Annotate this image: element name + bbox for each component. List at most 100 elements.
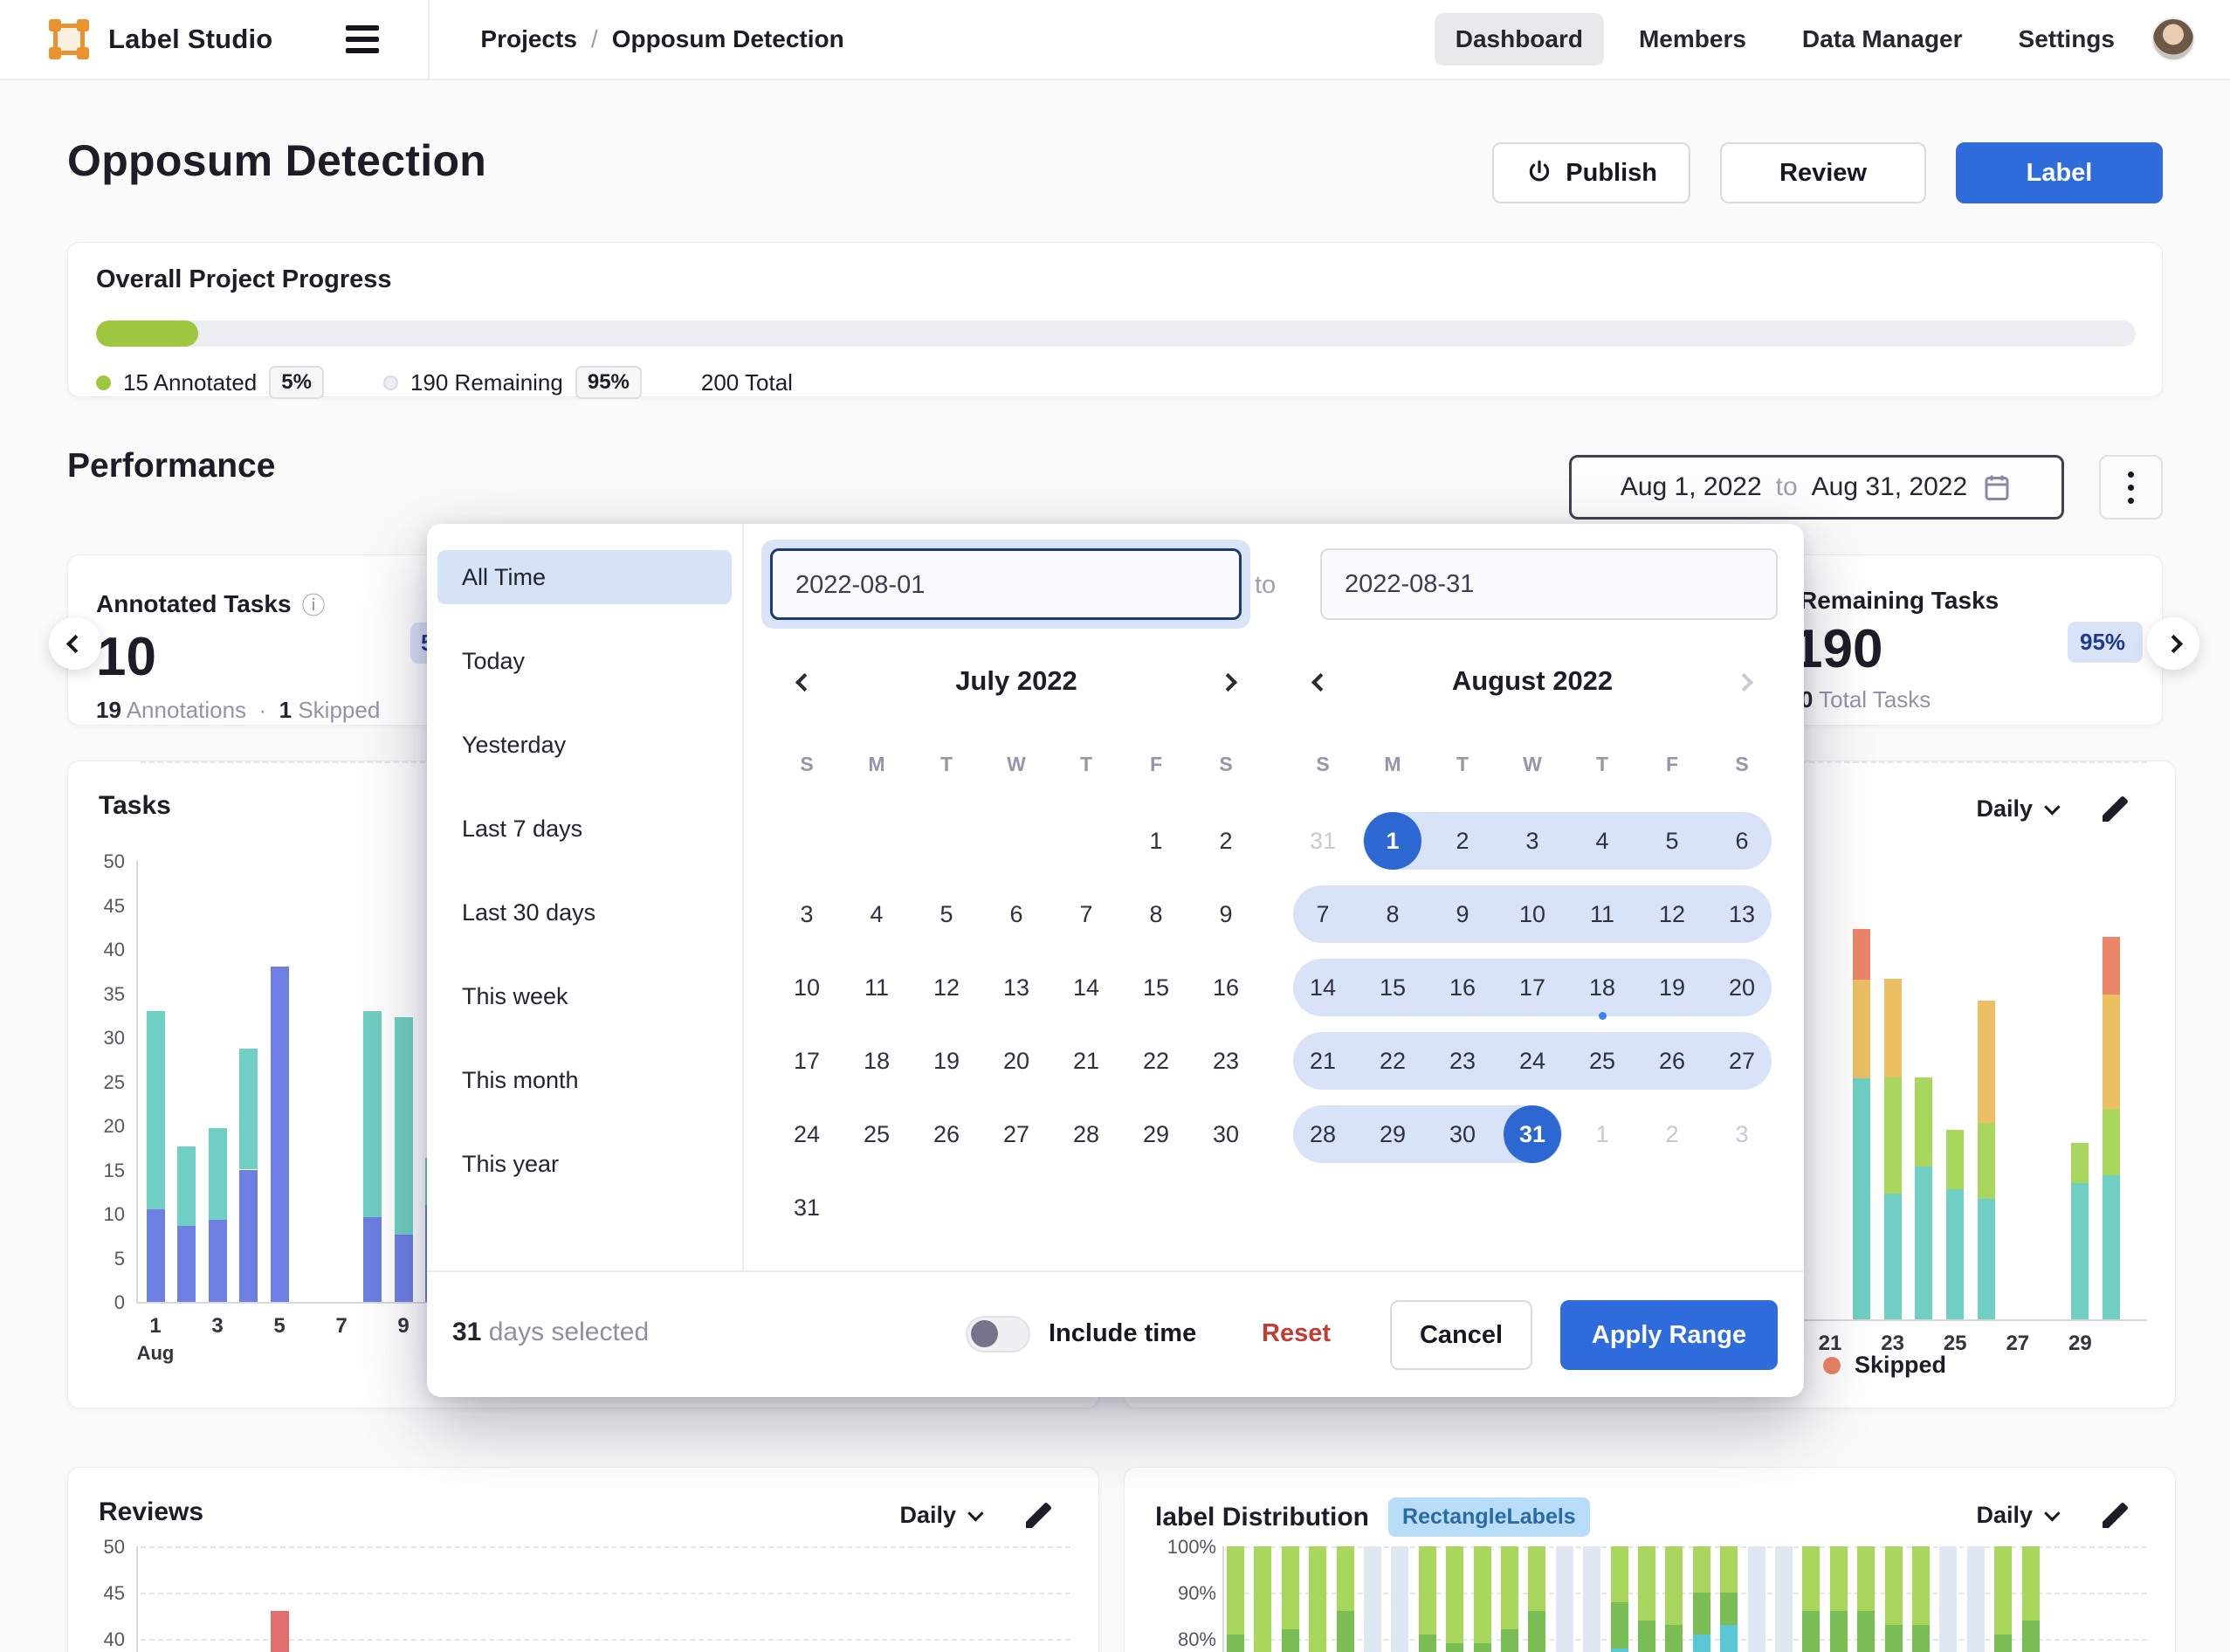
day-30[interactable]: 30 [1428, 1098, 1497, 1171]
day-16[interactable]: 16 [1191, 951, 1261, 1024]
breadcrumb-projects[interactable]: Projects [480, 25, 577, 53]
day-11[interactable]: 11 [1567, 878, 1637, 951]
day-27[interactable]: 27 [1707, 1024, 1777, 1098]
day-14[interactable]: 14 [1051, 951, 1121, 1024]
day-4[interactable]: 4 [842, 878, 912, 951]
day-25[interactable]: 25 [842, 1098, 912, 1171]
preset-this-year[interactable]: This year [437, 1137, 732, 1191]
day-26[interactable]: 26 [1637, 1024, 1707, 1098]
day-1[interactable]: 1 [1121, 804, 1191, 878]
label-button[interactable]: Label [1956, 142, 2163, 203]
day-19[interactable]: 19 [1637, 951, 1707, 1024]
day-24[interactable]: 24 [1497, 1024, 1567, 1098]
day-17[interactable]: 17 [1497, 951, 1567, 1024]
day-12[interactable]: 12 [1637, 878, 1707, 951]
carousel-left-arrow[interactable] [49, 617, 101, 670]
preset-all-time[interactable]: All Time [437, 550, 732, 604]
preset-last-7-days[interactable]: Last 7 days [437, 802, 732, 856]
day-7[interactable]: 7 [1288, 878, 1358, 951]
day-3[interactable]: 3 [772, 878, 842, 951]
day-11[interactable]: 11 [842, 951, 912, 1024]
day-26[interactable]: 26 [912, 1098, 981, 1171]
day-3[interactable]: 3 [1497, 804, 1567, 878]
day-20[interactable]: 20 [1707, 951, 1777, 1024]
day-9[interactable]: 9 [1191, 878, 1261, 951]
day-6[interactable]: 6 [1707, 804, 1777, 878]
day-15[interactable]: 15 [1121, 951, 1191, 1024]
day-28[interactable]: 28 [1288, 1098, 1358, 1171]
day-13[interactable]: 13 [1707, 878, 1777, 951]
day-21[interactable]: 21 [1288, 1024, 1358, 1098]
day-8[interactable]: 8 [1121, 878, 1191, 951]
nav-tab-settings[interactable]: Settings [1998, 13, 2136, 65]
day-10[interactable]: 10 [1497, 878, 1567, 951]
distribution-period-dropdown[interactable]: Daily [1976, 1502, 2060, 1529]
day-31[interactable]: 31 [1497, 1098, 1567, 1171]
day-15[interactable]: 15 [1358, 951, 1428, 1024]
day-4[interactable]: 4 [1567, 804, 1637, 878]
preset-this-week[interactable]: This week [437, 969, 732, 1023]
cancel-button[interactable]: Cancel [1390, 1300, 1532, 1370]
user-avatar[interactable] [2151, 17, 2195, 61]
day-22[interactable]: 22 [1121, 1024, 1191, 1098]
day-24[interactable]: 24 [772, 1098, 842, 1171]
day-31-out[interactable]: 31 [1288, 804, 1358, 878]
preset-yesterday[interactable]: Yesterday [437, 718, 732, 772]
day-18[interactable]: 18 [842, 1024, 912, 1098]
day-28[interactable]: 28 [1051, 1098, 1121, 1171]
day-7[interactable]: 7 [1051, 878, 1121, 951]
day-6[interactable]: 6 [981, 878, 1051, 951]
day-29[interactable]: 29 [1358, 1098, 1428, 1171]
preset-today[interactable]: Today [437, 634, 732, 688]
day-5[interactable]: 5 [1637, 804, 1707, 878]
preset-this-month[interactable]: This month [437, 1053, 732, 1107]
day-20[interactable]: 20 [981, 1024, 1051, 1098]
apply-range-button[interactable]: Apply Range [1560, 1300, 1778, 1370]
range-end-day[interactable]: 31 [1504, 1105, 1561, 1163]
edit-pencil-icon[interactable] [1022, 1497, 1056, 1532]
info-icon[interactable]: ⓘ [302, 587, 326, 621]
edit-pencil-icon[interactable] [2098, 791, 2133, 826]
review-button[interactable]: Review [1720, 142, 1926, 203]
day-23[interactable]: 23 [1428, 1024, 1497, 1098]
day-2[interactable]: 2 [1428, 804, 1497, 878]
calendar-next-icon[interactable] [1216, 671, 1240, 699]
publish-button[interactable]: Publish [1492, 142, 1690, 203]
nav-tab-data-manager[interactable]: Data Manager [1781, 13, 1984, 65]
nav-tab-dashboard[interactable]: Dashboard [1435, 13, 1604, 65]
day-9[interactable]: 9 [1428, 878, 1497, 951]
day-12[interactable]: 12 [912, 951, 981, 1024]
edit-pencil-icon[interactable] [2098, 1497, 2133, 1532]
day-1-out[interactable]: 1 [1567, 1098, 1637, 1171]
hamburger-menu-icon[interactable] [346, 25, 379, 53]
preset-last-30-days[interactable]: Last 30 days [437, 885, 732, 940]
day-17[interactable]: 17 [772, 1024, 842, 1098]
include-time-toggle[interactable] [966, 1316, 1030, 1353]
day-13[interactable]: 13 [981, 951, 1051, 1024]
day-3-out[interactable]: 3 [1707, 1098, 1777, 1171]
reset-button[interactable]: Reset [1262, 1319, 1331, 1348]
day-2[interactable]: 2 [1191, 804, 1261, 878]
reviews-period-dropdown[interactable]: Daily [899, 1502, 983, 1529]
carousel-right-arrow[interactable] [2147, 617, 2199, 670]
day-1[interactable]: 1 [1358, 804, 1428, 878]
day-19[interactable]: 19 [912, 1024, 981, 1098]
day-10[interactable]: 10 [772, 951, 842, 1024]
day-25[interactable]: 25 [1567, 1024, 1637, 1098]
day-8[interactable]: 8 [1358, 878, 1428, 951]
day-14[interactable]: 14 [1288, 951, 1358, 1024]
day-2-out[interactable]: 2 [1637, 1098, 1707, 1171]
day-23[interactable]: 23 [1191, 1024, 1261, 1098]
label-studio-logo-icon[interactable] [49, 19, 89, 59]
date-range-button[interactable]: Aug 1, 2022 to Aug 31, 2022 [1569, 455, 2064, 520]
nav-tab-members[interactable]: Members [1618, 13, 1767, 65]
day-5[interactable]: 5 [912, 878, 981, 951]
annotations-period-dropdown[interactable]: Daily [1976, 795, 2060, 823]
performance-menu-button[interactable] [2099, 455, 2163, 520]
day-31[interactable]: 31 [772, 1171, 842, 1244]
day-21[interactable]: 21 [1051, 1024, 1121, 1098]
day-27[interactable]: 27 [981, 1098, 1051, 1171]
day-16[interactable]: 16 [1428, 951, 1497, 1024]
range-start-day[interactable]: 1 [1364, 812, 1421, 870]
day-22[interactable]: 22 [1358, 1024, 1428, 1098]
